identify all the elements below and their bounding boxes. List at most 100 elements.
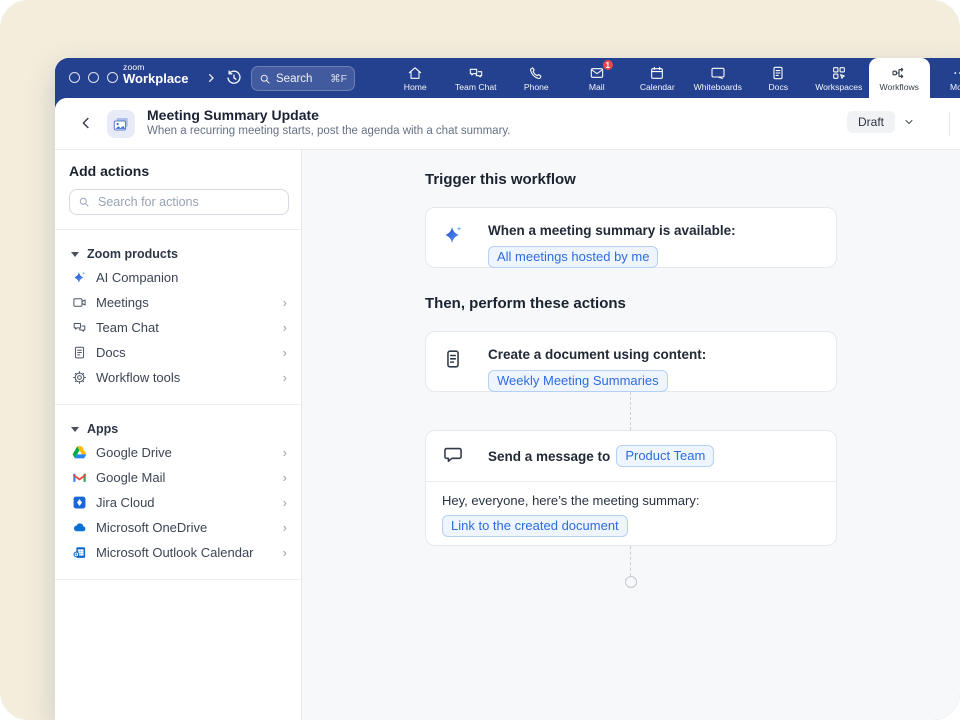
sidebar-item-google-mail[interactable]: Google Mail › bbox=[69, 465, 289, 490]
window-control-minimize[interactable] bbox=[88, 72, 99, 83]
trigger-scope-chip[interactable]: All meetings hosted by me bbox=[488, 246, 658, 268]
chevron-right-icon: › bbox=[283, 470, 289, 485]
workflow-thumbnail-icon bbox=[112, 115, 130, 133]
trigger-heading: Trigger this workflow bbox=[425, 171, 576, 188]
sidebar-item-microsoft-outlook-calendar[interactable]: Microsoft Outlook Calendar › bbox=[69, 540, 289, 565]
mail-badge: 1 bbox=[602, 59, 614, 71]
header-actions: Draft bbox=[847, 111, 915, 133]
search-placeholder: Search bbox=[276, 73, 312, 85]
recipient-chip[interactable]: Product Team bbox=[616, 445, 714, 467]
workspaces-icon bbox=[831, 65, 847, 81]
more-icon bbox=[952, 65, 960, 81]
nav-item-mail[interactable]: Mail 1 bbox=[567, 58, 628, 98]
message-body-text: Hey, everyone, here’s the meeting summar… bbox=[442, 493, 820, 508]
chevron-right-icon: › bbox=[283, 445, 289, 460]
actions-search-box[interactable] bbox=[69, 189, 289, 215]
sidebar-item-microsoft-onedrive[interactable]: Microsoft OneDrive › bbox=[69, 515, 289, 540]
trigger-title: When a meeting summary is available: bbox=[488, 221, 736, 239]
page-subtitle: When a recurring meeting starts, post th… bbox=[147, 125, 511, 137]
search-icon bbox=[78, 196, 90, 208]
workflows-icon bbox=[891, 65, 907, 81]
nav-item-docs[interactable]: Docs bbox=[748, 58, 809, 98]
workflow-header: Meeting Summary Update When a recurring … bbox=[55, 98, 960, 150]
nav-item-phone[interactable]: Phone bbox=[506, 58, 567, 98]
chevron-right-icon: › bbox=[283, 370, 289, 385]
divider bbox=[55, 404, 301, 405]
onedrive-icon bbox=[71, 520, 87, 536]
document-content-chip[interactable]: Weekly Meeting Summaries bbox=[488, 370, 668, 392]
trigger-card[interactable]: When a meeting summary is available: All… bbox=[425, 207, 837, 268]
nav-item-workspaces[interactable]: Workspaces bbox=[809, 58, 870, 98]
chevron-right-icon: › bbox=[283, 545, 289, 560]
app-window: zoom Workplace Search ⌘F Home bbox=[55, 58, 960, 720]
add-actions-sidebar: Add actions Zoom products bbox=[55, 150, 302, 720]
document-icon bbox=[442, 348, 466, 372]
workflow-avatar bbox=[107, 110, 135, 138]
nav-item-workflows[interactable]: Workflows bbox=[869, 58, 930, 98]
divider bbox=[55, 229, 301, 230]
flow-end-node[interactable] bbox=[625, 576, 637, 588]
whiteboards-icon bbox=[710, 65, 726, 81]
history-icon[interactable] bbox=[225, 69, 243, 87]
sidebar-title: Add actions bbox=[69, 163, 289, 179]
flow-connector bbox=[630, 546, 631, 576]
back-button[interactable] bbox=[77, 114, 95, 132]
ai-sparkle-icon bbox=[442, 224, 466, 248]
sidebar-item-team-chat[interactable]: Team Chat › bbox=[69, 315, 289, 340]
window-control-maximize[interactable] bbox=[107, 72, 118, 83]
team-chat-icon bbox=[468, 65, 484, 81]
meetings-icon bbox=[71, 295, 87, 311]
chevron-right-icon: › bbox=[283, 295, 289, 310]
nav-item-calendar[interactable]: Calendar bbox=[627, 58, 688, 98]
content-area: Meeting Summary Update When a recurring … bbox=[55, 98, 960, 720]
top-bar: zoom Workplace Search ⌘F Home bbox=[55, 58, 960, 98]
ai-companion-icon bbox=[71, 270, 87, 286]
section-apps[interactable]: Apps bbox=[69, 418, 289, 440]
flow-connector bbox=[630, 392, 631, 430]
google-drive-icon bbox=[71, 445, 87, 461]
header-divider bbox=[949, 112, 950, 136]
chevron-right-icon: › bbox=[283, 495, 289, 510]
sidebar-item-google-drive[interactable]: Google Drive › bbox=[69, 440, 289, 465]
primary-nav: Home Team Chat Phone Mail 1 bbox=[385, 58, 960, 98]
nav-item-team-chat[interactable]: Team Chat bbox=[446, 58, 507, 98]
status-badge[interactable]: Draft bbox=[847, 111, 895, 133]
workflow-canvas: Trigger this workflow When a meeting sum… bbox=[302, 150, 960, 720]
workflow-title-block: Meeting Summary Update When a recurring … bbox=[147, 107, 511, 137]
chevron-down-icon[interactable] bbox=[903, 116, 915, 128]
actions-search-input[interactable] bbox=[96, 194, 280, 210]
chevron-left-icon bbox=[77, 114, 95, 132]
global-search-box[interactable]: Search ⌘F bbox=[251, 66, 355, 91]
sidebar-item-jira-cloud[interactable]: Jira Cloud › bbox=[69, 490, 289, 515]
google-mail-icon bbox=[71, 470, 87, 486]
window-control-close[interactable] bbox=[69, 72, 80, 83]
send-message-card[interactable]: Send a message to Product Team Hey, ever… bbox=[425, 430, 837, 546]
team-chat-icon bbox=[71, 320, 87, 336]
search-shortcut: ⌘F bbox=[330, 73, 347, 85]
window-controls bbox=[69, 72, 118, 83]
document-link-chip[interactable]: Link to the created document bbox=[442, 515, 628, 537]
send-message-title: Send a message to bbox=[488, 447, 610, 465]
create-document-title: Create a document using content: bbox=[488, 345, 706, 363]
docs-icon bbox=[71, 345, 87, 361]
create-document-card[interactable]: Create a document using content: Weekly … bbox=[425, 331, 837, 392]
chevron-right-icon: › bbox=[283, 520, 289, 535]
sidebar-item-ai-companion[interactable]: AI Companion bbox=[69, 265, 289, 290]
triangle-collapse-icon bbox=[71, 252, 79, 257]
sidebar-item-docs[interactable]: Docs › bbox=[69, 340, 289, 365]
page-title: Meeting Summary Update bbox=[147, 107, 511, 123]
logo-line2: Workplace bbox=[123, 72, 189, 86]
nav-item-home[interactable]: Home bbox=[385, 58, 446, 98]
sidebar-item-meetings[interactable]: Meetings › bbox=[69, 290, 289, 315]
desktop-background: zoom Workplace Search ⌘F Home bbox=[0, 0, 960, 720]
section-zoom-products[interactable]: Zoom products bbox=[69, 243, 289, 265]
nav-item-more[interactable]: More bbox=[930, 58, 960, 98]
chevron-right-icon: › bbox=[283, 345, 289, 360]
message-bubble-icon bbox=[442, 444, 466, 468]
chevron-right-icon[interactable] bbox=[203, 70, 219, 86]
sidebar-item-workflow-tools[interactable]: Workflow tools › bbox=[69, 365, 289, 390]
docs-icon bbox=[770, 65, 786, 81]
nav-item-whiteboards[interactable]: Whiteboards bbox=[688, 58, 749, 98]
calendar-icon bbox=[649, 65, 665, 81]
search-icon bbox=[259, 73, 271, 85]
